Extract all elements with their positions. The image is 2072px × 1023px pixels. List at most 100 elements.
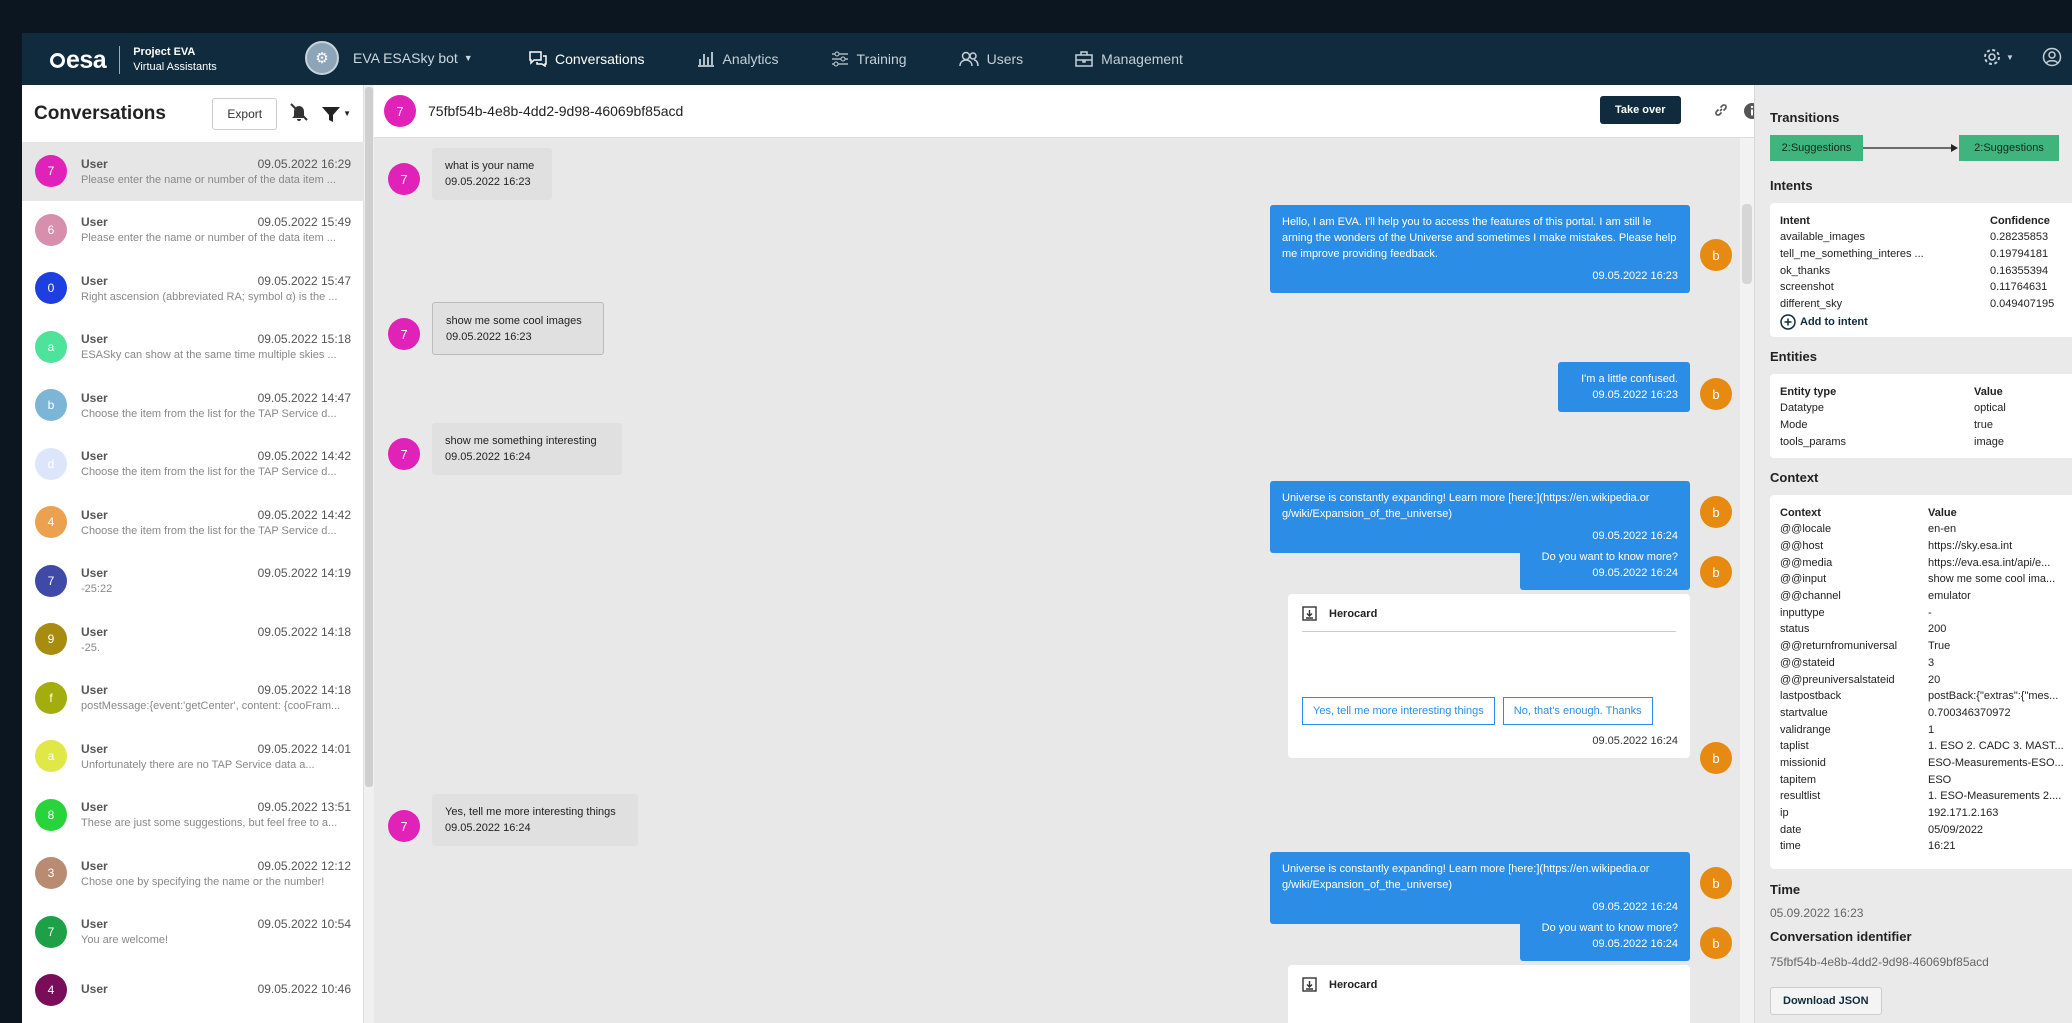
conversation-preview: Chose one by specifying the name or the … bbox=[81, 875, 325, 888]
table-cell: postBack:{"extras":{"mes... bbox=[1928, 690, 2059, 703]
user-menu[interactable] bbox=[2042, 47, 2062, 67]
conversation-avatar: 0 bbox=[35, 272, 67, 305]
message-time: 09.05.2022 16:23 bbox=[446, 331, 532, 343]
table-row: @@returnfromuniversal True bbox=[1780, 638, 2070, 655]
conversation-date: 09.05.2022 14:42 bbox=[257, 507, 351, 522]
logo-ring-icon bbox=[50, 52, 65, 68]
conversation-list-item[interactable]: a User 09.05.2022 15:18 ESASky can show at … bbox=[22, 318, 364, 377]
conversation-date: 09.05.2022 14:47 bbox=[257, 390, 351, 405]
table-cell: ok_thanks bbox=[1780, 264, 1831, 277]
conversation-preview: postMessage:{event:'getCenter', content:… bbox=[81, 700, 341, 713]
intents-card: Intent Confidence available_images 0.28235… bbox=[1770, 203, 2072, 337]
conversation-avatar: b bbox=[35, 389, 67, 422]
table-cell: resultlist bbox=[1780, 790, 1821, 803]
conversation-user: User bbox=[81, 683, 108, 698]
conversation-user: User bbox=[81, 566, 108, 581]
nav-label: Training bbox=[856, 51, 907, 67]
conversation-date: 09.05.2022 16:29 bbox=[257, 156, 351, 171]
conversation-info: User 09.05.2022 10:54 You are welcome! bbox=[81, 917, 351, 946]
transition-arrow bbox=[1863, 144, 1958, 152]
conversation-info: User 09.05.2022 15:18 ESASky can show at t… bbox=[81, 332, 351, 361]
conversation-list-item[interactable]: 7 User 09.05.2022 14:19 -25:22 bbox=[22, 552, 364, 611]
sidebar-scrollbar[interactable] bbox=[364, 85, 374, 1023]
bar-chart-icon bbox=[697, 52, 714, 67]
bot-message: I'm a little confused. 09.05.2022 16:23 bbox=[1558, 362, 1690, 412]
chat-header: 7 75fbf54b-4e8b-4dd2-9d98-46069bf85acd T… bbox=[374, 85, 1760, 138]
esa-logo[interactable]: esa Project EVA Virtual Assistants bbox=[50, 45, 217, 75]
bot-selector[interactable]: ⚙ EVA ESASky bot ▼ bbox=[305, 41, 473, 75]
conversation-list-item[interactable]: a User 09.05.2022 14:01 Unfortunately there… bbox=[22, 727, 364, 786]
scrollbar-thumb[interactable] bbox=[365, 87, 373, 787]
table-cell: missionid bbox=[1780, 756, 1826, 769]
conversation-list-item[interactable]: 8 User 09.05.2022 13:51 These are just some… bbox=[22, 786, 364, 845]
conversation-list-item[interactable]: 0 User 09.05.2022 15:47 Right ascension (ab… bbox=[22, 259, 364, 318]
nav-conversations[interactable]: Conversations bbox=[529, 51, 645, 67]
download-json-button[interactable]: Download JSON bbox=[1770, 987, 1882, 1015]
export-button[interactable]: Export bbox=[212, 97, 278, 130]
user-avatar: 7 bbox=[388, 163, 420, 195]
herocard-yes-button[interactable]: Yes, tell me more interesting things bbox=[1302, 697, 1495, 725]
table-cell: image bbox=[1974, 435, 2004, 448]
table-row: available_images 0.28235853 bbox=[1780, 229, 2070, 246]
table-row: lastpostback postBack:{"extras":{"mes... bbox=[1780, 688, 2070, 705]
message-text: show me some cool images bbox=[446, 315, 582, 327]
table-row: startvalue 0.700346370972 bbox=[1780, 705, 2070, 722]
nav-users[interactable]: Users bbox=[958, 51, 1023, 67]
conversation-list-item[interactable]: 6 User 09.05.2022 15:49 Please enter the na… bbox=[22, 201, 364, 260]
conversation-list-item[interactable]: 9 User 09.05.2022 14:18 -25. bbox=[22, 610, 364, 669]
bot-avatar: b bbox=[1700, 927, 1732, 959]
conversation-list-item[interactable]: 3 User 09.05.2022 12:12 Chose one by specif… bbox=[22, 844, 364, 903]
table-row: screenshot 0.11764631 bbox=[1780, 279, 2070, 296]
bot-avatar: ⚙ bbox=[305, 41, 339, 75]
table-row: @@media https://eva.esa.int/api/e... bbox=[1780, 554, 2070, 571]
herocard-no-button[interactable]: No, that's enough. Thanks bbox=[1502, 697, 1653, 725]
conversation-avatar: 6 bbox=[35, 213, 67, 246]
nav-analytics[interactable]: Analytics bbox=[697, 51, 779, 67]
link-icon[interactable] bbox=[1713, 102, 1729, 121]
entities-table: Entity type Value Datatype optical Mode true… bbox=[1780, 383, 2070, 450]
conversation-list-item[interactable]: b User 09.05.2022 14:47 Choose the item fro… bbox=[22, 376, 364, 435]
chevron-down-icon: ▼ bbox=[463, 53, 473, 63]
table-cell: 0.700346370972 bbox=[1928, 706, 2011, 719]
table-cell: Datatype bbox=[1780, 402, 1825, 415]
plus-circle-icon bbox=[1780, 314, 1796, 331]
table-cell: https://eva.esa.int/api/e... bbox=[1928, 556, 2051, 569]
table-cell: show me some cool ima... bbox=[1928, 573, 2056, 586]
take-over-button[interactable]: Take over bbox=[1600, 96, 1681, 124]
settings-menu[interactable]: ▼ bbox=[1982, 47, 2014, 67]
conversation-list-item[interactable]: d User 09.05.2022 14:42 Choose the item fro… bbox=[22, 435, 364, 494]
conversation-list-item[interactable]: 7 User 09.05.2022 10:54 You are welcome! bbox=[22, 903, 364, 962]
column-header: Confidence bbox=[1990, 214, 2050, 227]
entities-title: Entities bbox=[1770, 349, 1817, 364]
table-row: inputtype - bbox=[1780, 604, 2070, 621]
transition-to[interactable]: 2:Suggestions bbox=[1959, 135, 2059, 161]
conversation-info: User 09.05.2022 14:18 postMessage:{event:'… bbox=[81, 683, 351, 712]
notifications-muted-icon[interactable] bbox=[289, 102, 309, 125]
context-table: Context Value @@locale en-en @@host https://… bbox=[1780, 504, 2070, 855]
transition-from[interactable]: 2:Suggestions bbox=[1770, 135, 1863, 161]
table-cell: tapitem bbox=[1780, 773, 1817, 786]
conversation-info: User 09.05.2022 14:18 -25. bbox=[81, 625, 351, 654]
conversation-date: 09.05.2022 14:19 bbox=[257, 566, 351, 581]
scrollbar-thumb[interactable] bbox=[1742, 204, 1752, 284]
message-time: 09.05.2022 16:23 bbox=[1592, 270, 1678, 282]
chat-scrollbar[interactable] bbox=[1740, 138, 1754, 1023]
project-label: Project EVA Virtual Assistants bbox=[133, 45, 217, 75]
conversation-list-item[interactable]: f User 09.05.2022 14:18 postMessage:{event:… bbox=[22, 669, 364, 728]
app-window: esa Project EVA Virtual Assistants ⚙ EVA … bbox=[22, 33, 2072, 1023]
table-row: @@host https://sky.esa.int bbox=[1780, 538, 2070, 555]
filter-icon[interactable]: ▼ bbox=[321, 104, 351, 124]
table-cell: 1 bbox=[1928, 723, 1935, 736]
add-to-intent-button[interactable]: Add to intent bbox=[1780, 314, 2070, 331]
sidebar-header: Conversations Export ▼ bbox=[22, 85, 363, 142]
project-title: Project EVA bbox=[133, 46, 196, 58]
nav-training[interactable]: Training bbox=[831, 51, 907, 67]
conversation-list-item[interactable]: 4 User 09.05.2022 14:42 Choose the item fro… bbox=[22, 493, 364, 552]
conversation-list-item[interactable]: 4 User 09.05.2022 10:46 bbox=[22, 961, 364, 1020]
herocard-title: Herocard bbox=[1302, 977, 1676, 1002]
conversation-list-item[interactable]: 7 User 09.05.2022 16:29 Please enter the na… bbox=[22, 142, 364, 201]
column-header: Entity type bbox=[1780, 385, 1837, 398]
conversation-preview: Choose the item from the list for the TA… bbox=[81, 524, 337, 537]
conversation-preview: These are just some suggestions, but fee… bbox=[81, 817, 338, 830]
nav-management[interactable]: Management bbox=[1075, 51, 1183, 67]
